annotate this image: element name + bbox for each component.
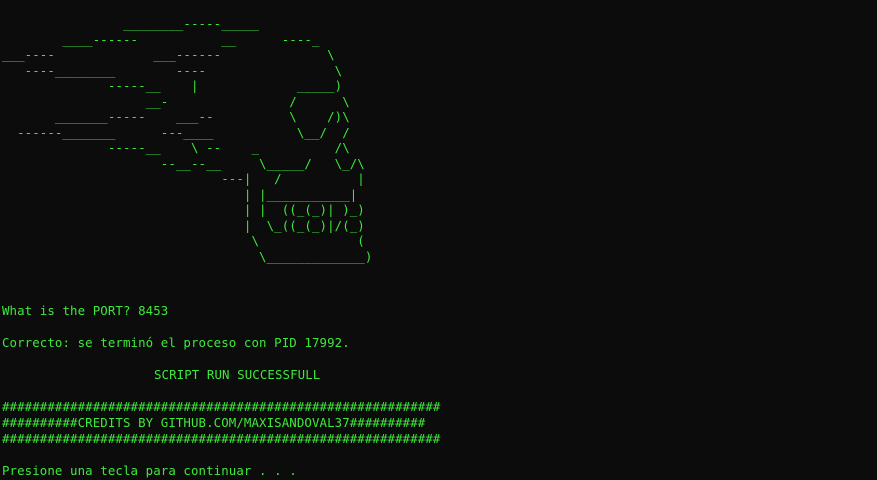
port-prompt: What is the PORT? 8453 [2, 303, 169, 318]
continue-prompt: Presione una tecla para continuar . . . [2, 463, 297, 478]
ascii-art-helmet: ________-----_____ ____------ __ ----_ _… [2, 16, 373, 264]
credits-text: ##########CREDITS BY GITHUB.COM/MAXISAND… [2, 415, 426, 430]
success-message: SCRIPT RUN SUCCESSFULL [154, 367, 321, 382]
console-window[interactable]: ________-----_____ ____------ __ ----_ _… [0, 0, 877, 480]
process-result-message: Correcto: se terminó el proceso con PID … [2, 335, 350, 350]
credits-border-bottom: ########################################… [2, 431, 441, 446]
credits-border-top: ########################################… [2, 399, 441, 414]
